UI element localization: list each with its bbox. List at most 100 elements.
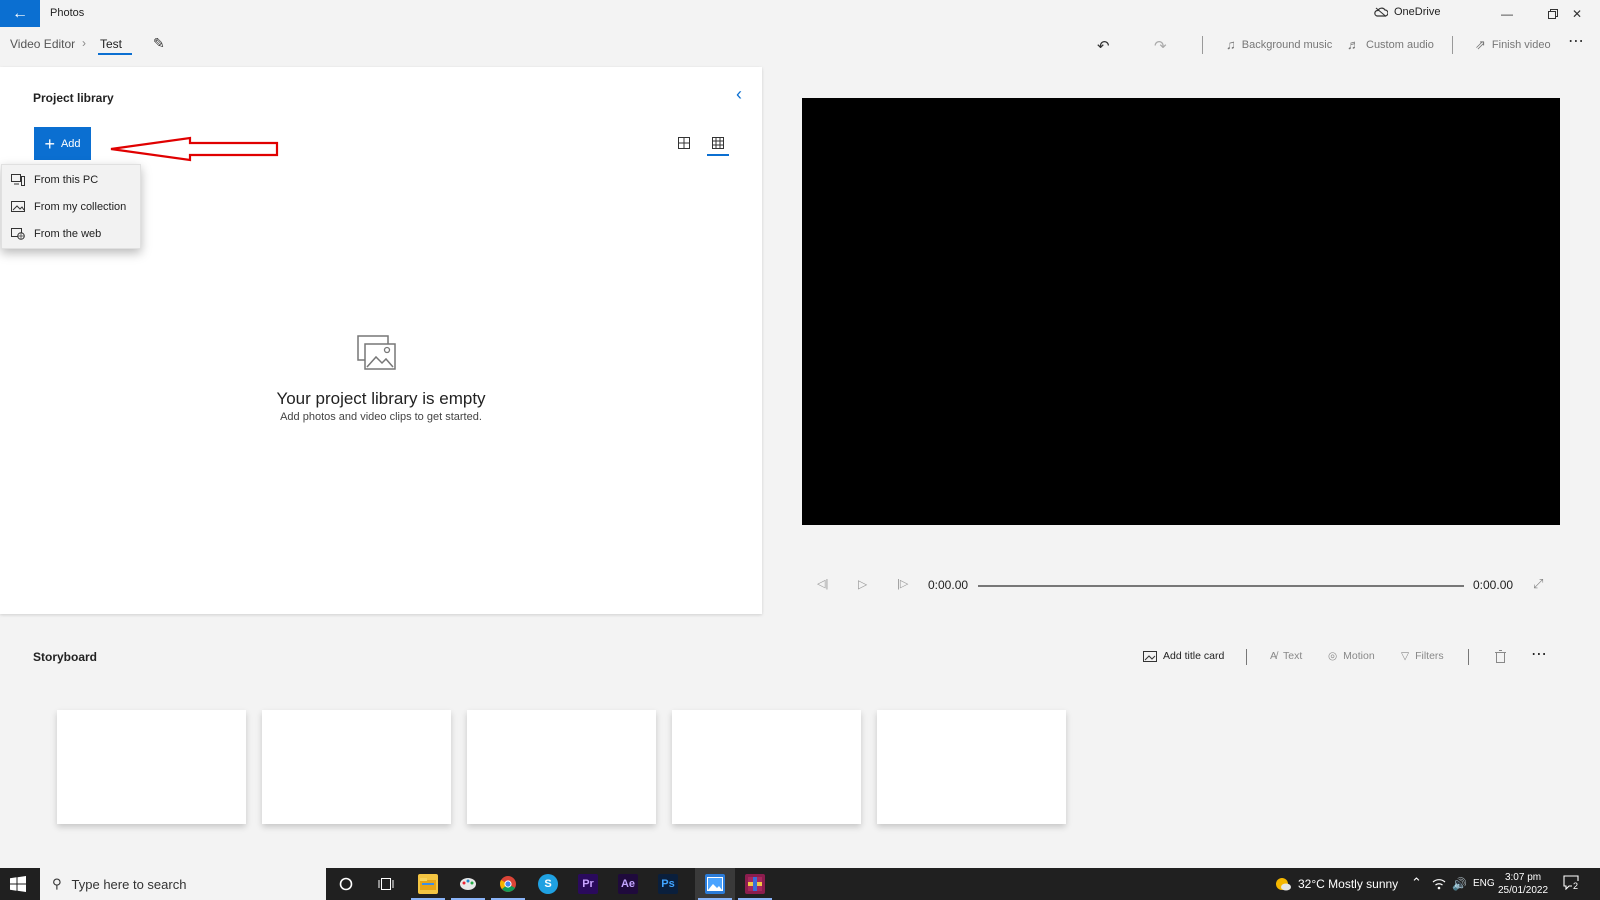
- web-icon: [11, 228, 25, 240]
- current-time: 0:00.00: [928, 578, 969, 592]
- storyboard-divider: [1246, 649, 1247, 665]
- notification-center-button[interactable]: 2: [1563, 875, 1581, 891]
- collapse-chevron-icon[interactable]: ‹: [736, 84, 742, 105]
- task-view-icon[interactable]: [376, 874, 396, 894]
- onedrive-status[interactable]: OneDrive: [1374, 6, 1440, 18]
- motion-button[interactable]: ◎ Motion: [1328, 650, 1375, 662]
- next-frame-button[interactable]: |▷: [897, 577, 908, 590]
- undo-button[interactable]: ↶: [1097, 37, 1110, 55]
- menu-item-from-my-collection[interactable]: From my collection: [2, 194, 142, 220]
- motion-icon: ◎: [1328, 650, 1338, 662]
- menu-item-label: From the web: [34, 228, 102, 240]
- previous-frame-button[interactable]: ◁|: [817, 577, 828, 590]
- add-dropdown-menu: From this PC From my collection From the…: [1, 164, 141, 249]
- more-icon: ⋯: [1568, 33, 1584, 50]
- red-arrow-annotation: [110, 136, 279, 162]
- windows-start-icon[interactable]: [10, 876, 26, 892]
- breadcrumb-active-indicator: [98, 53, 132, 55]
- menu-item-from-the-web[interactable]: From the web: [2, 221, 142, 247]
- storyboard-more-button[interactable]: ⋯: [1531, 644, 1547, 664]
- add-button[interactable]: + Add: [34, 127, 91, 160]
- minimize-button[interactable]: —: [1484, 0, 1530, 27]
- play-button[interactable]: ▷: [858, 577, 867, 591]
- empty-library-subtitle: Add photos and video clips to get starte…: [280, 411, 482, 423]
- photos-video-editor-window: ← Photos OneDrive — ✕ Video Editor › Tes…: [0, 0, 1600, 900]
- background-music-label: Background music: [1241, 38, 1333, 51]
- clock-time: 3:07 pm: [1504, 872, 1542, 883]
- notification-count: 2: [1572, 881, 1580, 891]
- storyboard-slot[interactable]: [262, 710, 451, 824]
- filters-icon: ▽: [1401, 650, 1410, 662]
- after-effects-icon[interactable]: Ae: [618, 874, 638, 894]
- text-button[interactable]: A̸ Text: [1270, 650, 1302, 662]
- storyboard-slot[interactable]: [877, 710, 1066, 824]
- storyboard-slot[interactable]: [672, 710, 861, 824]
- breadcrumb-project-name[interactable]: Test: [100, 37, 122, 51]
- weather-sun-icon[interactable]: [1274, 875, 1292, 893]
- onedrive-label: OneDrive: [1394, 6, 1441, 18]
- chrome-icon[interactable]: [498, 874, 518, 894]
- toolbar-divider: [1202, 36, 1203, 54]
- search-placeholder: Type here to search: [71, 876, 187, 892]
- add-title-card-button[interactable]: Add title card: [1143, 650, 1224, 662]
- empty-library-icon: [357, 335, 396, 370]
- filters-button[interactable]: ▽ Filters: [1401, 650, 1444, 662]
- minimize-icon: —: [1501, 6, 1513, 21]
- network-icon[interactable]: [1432, 877, 1446, 890]
- delete-button[interactable]: [1495, 650, 1506, 663]
- premiere-pro-icon[interactable]: Pr: [578, 874, 598, 894]
- weather-label[interactable]: 32°C Mostly sunny: [1298, 877, 1398, 891]
- clock-date: 25/01/2022: [1498, 885, 1549, 896]
- large-thumbnail-view-button[interactable]: [673, 133, 695, 153]
- more-icon: ⋯: [1531, 646, 1547, 663]
- background-music-button[interactable]: ♫ Background music: [1226, 37, 1332, 52]
- step-forward-icon: |▷: [897, 578, 909, 590]
- skype-icon[interactable]: S: [538, 874, 558, 894]
- storyboard-slot[interactable]: [467, 710, 656, 824]
- chevron-up-icon[interactable]: ⌃: [1411, 875, 1422, 891]
- close-button[interactable]: ✕: [1554, 0, 1600, 27]
- small-thumbnail-view-button[interactable]: [707, 133, 729, 153]
- custom-audio-button[interactable]: ♬ Custom audio: [1347, 37, 1434, 52]
- taskbar-clock[interactable]: 3:07 pm 25/01/2022: [1498, 871, 1548, 897]
- chevron-right-icon: ›: [82, 36, 86, 50]
- back-button[interactable]: ←: [0, 0, 40, 27]
- rename-pencil-icon[interactable]: ✎: [153, 35, 165, 52]
- play-icon: ▷: [858, 577, 868, 591]
- storyboard-divider: [1468, 649, 1469, 665]
- cloud-icon: [1374, 7, 1388, 17]
- video-preview[interactable]: [802, 98, 1560, 525]
- file-explorer-icon[interactable]: [418, 874, 438, 894]
- photos-app-icon[interactable]: [705, 874, 725, 894]
- volume-icon[interactable]: 🔊: [1452, 877, 1467, 891]
- project-library-title: Project library: [33, 91, 114, 105]
- trash-icon: [1495, 650, 1506, 663]
- close-icon: ✕: [1571, 6, 1583, 21]
- finish-video-button[interactable]: ⇗ Finish video: [1475, 37, 1551, 53]
- add-button-label: Add: [60, 137, 81, 150]
- search-icon: ⚲: [52, 876, 62, 891]
- seek-bar[interactable]: [978, 585, 1464, 587]
- storyboard-slot[interactable]: [57, 710, 246, 824]
- pc-icon: [11, 174, 25, 186]
- taskbar-search-box[interactable]: ⚲ Type here to search: [40, 868, 326, 900]
- cortana-icon[interactable]: [336, 874, 356, 894]
- finish-video-label: Finish video: [1491, 39, 1551, 51]
- breadcrumb-video-editor[interactable]: Video Editor: [10, 37, 75, 51]
- more-options-button[interactable]: ⋯: [1568, 31, 1584, 51]
- text-label: Text: [1283, 650, 1303, 662]
- expand-icon[interactable]: ⤢: [1533, 576, 1543, 592]
- redo-button[interactable]: ↷: [1154, 37, 1167, 55]
- language-indicator[interactable]: ENG: [1473, 878, 1495, 889]
- winrar-icon[interactable]: [745, 874, 765, 894]
- paint-icon[interactable]: [458, 874, 478, 894]
- plus-icon: +: [44, 133, 55, 154]
- title-bar: ← Photos OneDrive — ✕: [0, 0, 1600, 27]
- menu-item-from-this-pc[interactable]: From this PC: [2, 167, 142, 193]
- app-title: Photos: [50, 7, 85, 19]
- custom-audio-icon: ♬: [1347, 37, 1360, 52]
- title-card-icon: [1143, 650, 1157, 662]
- step-back-icon: ◁|: [817, 578, 829, 590]
- filters-label: Filters: [1415, 650, 1444, 662]
- photoshop-icon[interactable]: Ps: [658, 874, 678, 894]
